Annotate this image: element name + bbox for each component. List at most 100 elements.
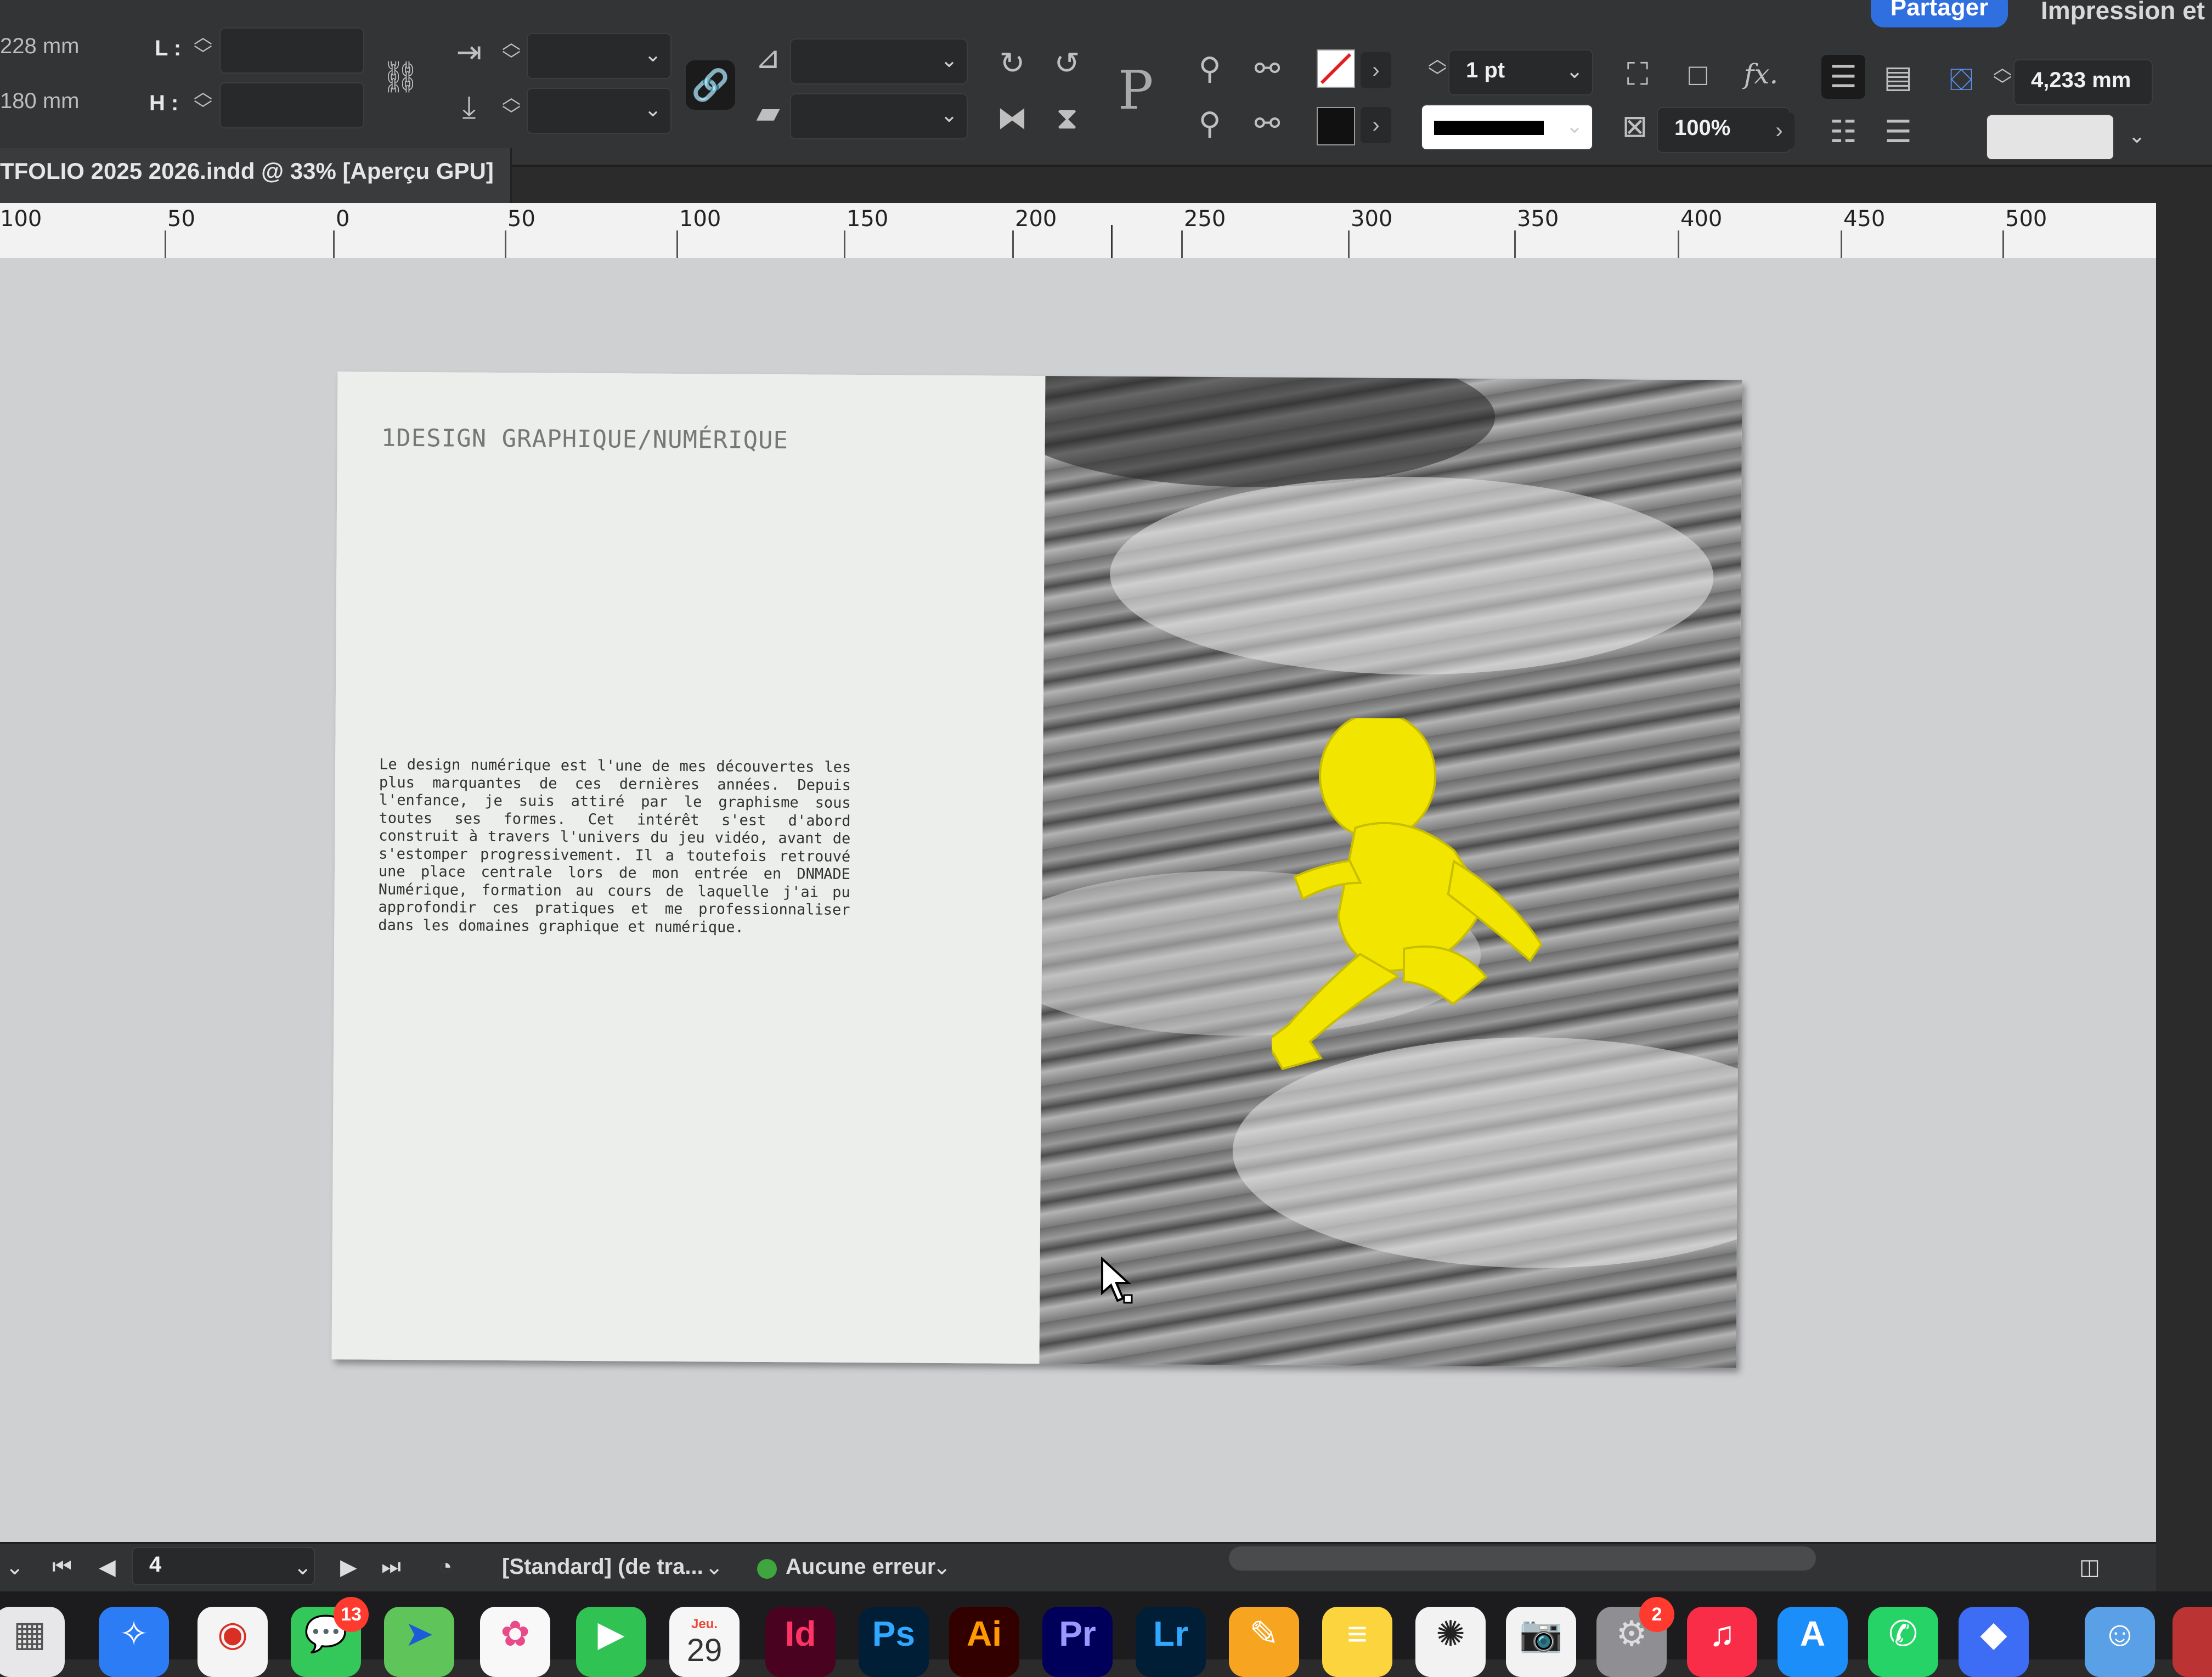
safari-app[interactable]: ✧ xyxy=(99,1607,169,1677)
workflow-status-label[interactable]: [Standard] (de tra... xyxy=(502,1555,703,1579)
flip-horizontal-icon[interactable]: ⧓ xyxy=(993,99,1031,137)
gap-stepper[interactable]: ︿ ﹀ xyxy=(1991,59,2013,98)
settings-app[interactable]: ⚙ 2 xyxy=(1596,1597,1674,1677)
previous-page-icon[interactable]: ◀ xyxy=(99,1555,116,1580)
chevron-down-icon[interactable]: ⌄ xyxy=(938,49,960,71)
chevron-down-icon[interactable]: ⌄ xyxy=(1564,60,1585,82)
page-title[interactable]: 1DESIGN GRAPHIQUE/NUMÉRIQUE xyxy=(381,424,789,455)
body-text-frame[interactable]: Le design numérique est l'une de mes déc… xyxy=(378,756,851,937)
dock-app-partial[interactable] xyxy=(2172,1607,2212,1677)
stroke-weight-stepper[interactable]: ︿ ﹀ xyxy=(1426,50,1448,89)
roblox-app[interactable]: ◆ xyxy=(1959,1607,2029,1677)
scale-y-stepper[interactable]: ︿ ﹀ xyxy=(500,88,522,127)
split-window-icon[interactable]: ◫ xyxy=(2079,1555,2100,1580)
rotate-cw-icon[interactable]: ↻ xyxy=(993,44,1031,82)
gap-tool-icon[interactable]: ⛋ xyxy=(1942,60,1980,99)
stroke-frame-icon[interactable]: □ xyxy=(1679,55,1717,93)
effects-fx-icon[interactable]: fx. xyxy=(1736,55,1786,93)
chevron-down-icon[interactable]: ⌄ xyxy=(705,1555,724,1580)
chevron-down-icon[interactable]: ⌄ xyxy=(5,1555,24,1580)
select-previous-icon[interactable]: ⚯ xyxy=(1245,49,1289,88)
width-stepper[interactable]: ︿ ﹀ xyxy=(192,28,214,67)
text-wrap-box-icon[interactable]: ▤ xyxy=(1876,55,1920,99)
text-wrap-jump-icon[interactable]: ☰ xyxy=(1876,110,1920,154)
opacity-value: 100% xyxy=(1674,116,1731,140)
screenshot-app[interactable]: 📷 xyxy=(1506,1607,1576,1677)
none-swatch-icon xyxy=(1320,53,1352,85)
document-tab[interactable]: TFOLIO 2025 2026.indd @ 33% [Aperçu GPU] xyxy=(0,148,512,203)
flip-vertical-icon[interactable]: ⧗ xyxy=(1048,99,1086,137)
chevron-down-icon[interactable]: ⌄ xyxy=(642,44,664,66)
notes-app[interactable]: ≡ xyxy=(1322,1607,1392,1677)
select-content-icon[interactable]: ⚲ xyxy=(1190,104,1229,143)
rotate-ccw-icon[interactable]: ↺ xyxy=(1048,44,1086,82)
ruler-tick xyxy=(1514,230,1516,258)
calendar-app[interactable]: Jeu. 29 xyxy=(669,1607,740,1677)
left-page[interactable]: 1DESIGN GRAPHIQUE/NUMÉRIQUE Le design nu… xyxy=(331,372,1046,1364)
unlink-constrain-icon[interactable]: ⛓ xyxy=(381,58,420,96)
photos-app[interactable]: ✿ xyxy=(480,1607,550,1677)
document-spread[interactable]: 1DESIGN GRAPHIQUE/NUMÉRIQUE Le design nu… xyxy=(331,372,1742,1368)
maps-app[interactable]: ➤ xyxy=(384,1607,454,1677)
fill-arrow-icon[interactable]: › xyxy=(1361,52,1391,88)
chevron-down-icon[interactable]: ⌄ xyxy=(294,1555,312,1580)
pasteboard[interactable]: 1DESIGN GRAPHIQUE/NUMÉRIQUE Le design nu… xyxy=(0,258,2156,1542)
last-page-icon[interactable]: ⏭ xyxy=(381,1555,401,1579)
gap-field[interactable]: 4,233 mm xyxy=(2013,59,2153,105)
paragraph-p-icon[interactable]: P xyxy=(1108,60,1163,121)
fill-swatch[interactable] xyxy=(1317,49,1355,88)
illustrator-app[interactable]: Ai xyxy=(949,1607,1019,1677)
chevron-down-icon[interactable]: ⌄ xyxy=(933,1555,951,1580)
scale-x-stepper[interactable]: ︿ ﹀ xyxy=(500,33,522,72)
beach-photo-frame[interactable] xyxy=(1039,376,1742,1368)
lightroom-label: Lr xyxy=(1153,1614,1188,1653)
constrain-proportions-icon[interactable]: 🔗 xyxy=(686,60,735,110)
open-document-icon[interactable]: ◔ xyxy=(439,1555,452,1579)
next-page-icon[interactable]: ▶ xyxy=(340,1555,357,1580)
reference-width-value[interactable]: 228 mm xyxy=(0,34,80,59)
print-button[interactable]: Impression et xyxy=(2041,0,2205,25)
opacity-arrow-icon[interactable]: › xyxy=(1764,112,1795,149)
messages-app[interactable]: 💬 13 xyxy=(291,1597,369,1677)
app-store-app[interactable]: A xyxy=(1778,1607,1848,1677)
ruler-label: 100 xyxy=(679,206,721,232)
chevron-down-icon[interactable]: ⌄ xyxy=(642,99,664,121)
width-label: L : xyxy=(155,36,182,60)
music-app[interactable]: ♫ xyxy=(1687,1607,1757,1677)
chevron-down-icon[interactable]: ⌄ xyxy=(938,104,960,126)
first-page-icon[interactable]: ⏮ xyxy=(52,1555,72,1579)
width-field[interactable] xyxy=(219,27,364,74)
stroke-arrow-icon[interactable]: › xyxy=(1361,107,1391,143)
photoshop-app[interactable]: Ps xyxy=(859,1607,929,1677)
control-panel: 228 mm 180 mm L : H : ︿ ﹀ ︿ ﹀ ⛓ ⇥ ⤓ ︿ ﹀ ︿ ﹀ … xyxy=(0,0,2212,167)
chatgpt-app[interactable]: ✺ xyxy=(1415,1607,1486,1677)
chevron-down-icon[interactable]: ⌄ xyxy=(2126,125,2148,147)
height-stepper[interactable]: ︿ ﹀ xyxy=(192,83,214,122)
preflight-label[interactable]: Aucune erreur xyxy=(786,1555,935,1579)
text-wrap-shape-icon[interactable]: ☷ xyxy=(1821,110,1865,154)
calendar-day-label: Jeu. xyxy=(691,1616,718,1631)
launchpad-app[interactable]: ▦ xyxy=(0,1607,65,1677)
object-style-field[interactable] xyxy=(1986,114,2114,160)
indesign-app[interactable]: Id xyxy=(765,1607,836,1677)
horizontal-scrollbar[interactable] xyxy=(1229,1546,1816,1571)
whatsapp-app[interactable]: ✆ xyxy=(1868,1607,1938,1677)
premiere-app[interactable]: Pr xyxy=(1042,1607,1113,1677)
chrome-app[interactable]: ◉ xyxy=(198,1607,268,1677)
select-next-icon[interactable]: ⚯ xyxy=(1245,104,1289,143)
height-label: H : xyxy=(149,91,179,115)
select-container-icon[interactable]: ⚲ xyxy=(1190,49,1229,88)
pages-app[interactable]: ✎ xyxy=(1229,1607,1299,1677)
page-number-field[interactable]: 4 xyxy=(132,1547,315,1585)
stroke-swatch[interactable] xyxy=(1317,107,1355,145)
height-field[interactable] xyxy=(219,82,364,128)
reference-height-value[interactable]: 180 mm xyxy=(0,89,80,114)
chevron-down-icon[interactable]: ⌄ xyxy=(1564,115,1585,137)
horizontal-ruler[interactable]: 100 50 0 50 100 150 200 250 300 350 400 … xyxy=(0,203,2156,260)
share-button[interactable]: Partager xyxy=(1871,0,2008,27)
finder-app[interactable]: ☺ xyxy=(2085,1607,2155,1677)
facetime-app[interactable]: ▶ xyxy=(576,1607,646,1677)
lightroom-app[interactable]: Lr xyxy=(1136,1607,1206,1677)
text-wrap-none-icon[interactable]: ☰ xyxy=(1821,55,1865,99)
frame-fitting-icon[interactable]: ⛶ xyxy=(1618,55,1657,93)
